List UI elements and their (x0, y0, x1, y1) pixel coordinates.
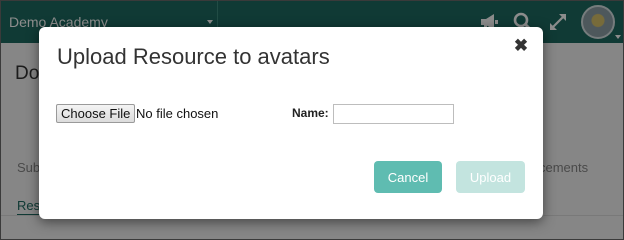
cancel-button[interactable]: Cancel (374, 161, 442, 193)
app-frame: Demo Academy Do Sub cements Resc Upload … (0, 0, 624, 240)
file-status-text: No file chosen (136, 106, 219, 121)
upload-button[interactable]: Upload (456, 161, 525, 193)
dialog-title: Upload Resource to avatars (57, 44, 330, 69)
name-label: Name: (292, 106, 329, 120)
choose-file-button[interactable]: Choose File (56, 104, 136, 123)
close-icon[interactable]: ✖ (513, 37, 529, 54)
name-field[interactable] (333, 104, 454, 124)
upload-resource-dialog: Upload Resource to avatars ✖ Choose File… (39, 27, 543, 219)
